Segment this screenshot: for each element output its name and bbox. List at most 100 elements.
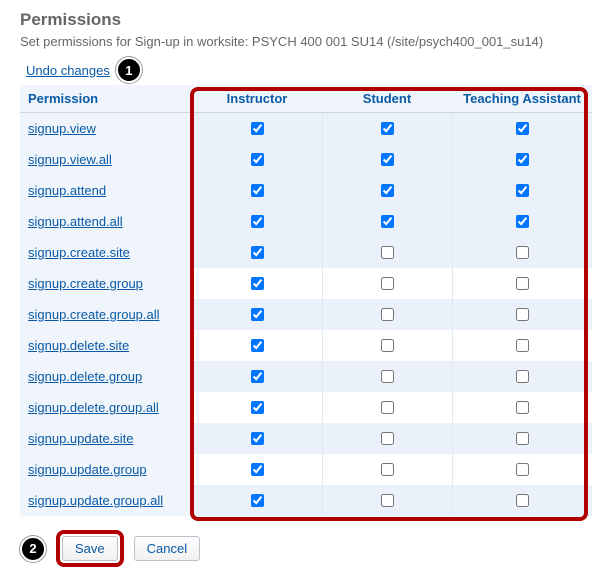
permission-name: signup.delete.site (20, 330, 192, 361)
permission-link[interactable]: signup.create.group.all (28, 307, 160, 322)
permission-cell (452, 206, 592, 237)
permission-name: signup.view.all (20, 144, 192, 175)
permission-checkbox[interactable] (516, 246, 529, 259)
permission-checkbox[interactable] (251, 401, 264, 414)
undo-changes-link[interactable]: Undo changes (26, 63, 110, 78)
permission-link[interactable]: signup.create.group (28, 276, 143, 291)
permission-cell (192, 113, 322, 145)
table-row: signup.attend (20, 175, 592, 206)
permission-cell (192, 144, 322, 175)
cancel-button[interactable]: Cancel (134, 536, 200, 561)
permission-checkbox[interactable] (516, 277, 529, 290)
permission-cell (192, 330, 322, 361)
permission-cell (192, 206, 322, 237)
permission-link[interactable]: signup.update.group.all (28, 493, 163, 508)
permission-checkbox[interactable] (251, 494, 264, 507)
permission-name: signup.attend (20, 175, 192, 206)
permission-link[interactable]: signup.update.site (28, 431, 134, 446)
permission-checkbox[interactable] (381, 153, 394, 166)
permission-checkbox[interactable] (251, 432, 264, 445)
permission-cell (192, 485, 322, 516)
permission-name: signup.create.group (20, 268, 192, 299)
permission-checkbox[interactable] (516, 370, 529, 383)
permission-checkbox[interactable] (381, 370, 394, 383)
permission-name: signup.update.site (20, 423, 192, 454)
permission-cell (322, 423, 452, 454)
table-row: signup.update.group.all (20, 485, 592, 516)
permission-checkbox[interactable] (516, 339, 529, 352)
permission-link[interactable]: signup.view (28, 121, 96, 136)
table-row: signup.delete.group.all (20, 392, 592, 423)
col-header-role: Student (322, 85, 452, 113)
permission-link[interactable]: signup.delete.site (28, 338, 129, 353)
permission-cell (452, 392, 592, 423)
permission-checkbox[interactable] (516, 401, 529, 414)
permission-checkbox[interactable] (251, 246, 264, 259)
permission-cell (322, 330, 452, 361)
table-row: signup.update.group (20, 454, 592, 485)
permission-cell (322, 144, 452, 175)
permission-link[interactable]: signup.attend (28, 183, 106, 198)
permission-checkbox[interactable] (381, 339, 394, 352)
permission-link[interactable]: signup.delete.group (28, 369, 142, 384)
permission-checkbox[interactable] (516, 494, 529, 507)
permission-checkbox[interactable] (516, 184, 529, 197)
permission-cell (192, 237, 322, 268)
permission-checkbox[interactable] (516, 215, 529, 228)
permission-checkbox[interactable] (251, 153, 264, 166)
permission-checkbox[interactable] (251, 308, 264, 321)
permission-cell (192, 268, 322, 299)
permission-checkbox[interactable] (251, 184, 264, 197)
permission-checkbox[interactable] (381, 401, 394, 414)
col-header-role: Instructor (192, 85, 322, 113)
permission-checkbox[interactable] (381, 122, 394, 135)
permissions-table: Permission Instructor Student Teaching A… (20, 85, 592, 516)
page-subtitle: Set permissions for Sign-up in worksite:… (20, 34, 589, 49)
table-row: signup.delete.group (20, 361, 592, 392)
permission-checkbox[interactable] (516, 463, 529, 476)
permission-checkbox[interactable] (516, 153, 529, 166)
permission-cell (322, 361, 452, 392)
permission-checkbox[interactable] (251, 215, 264, 228)
permission-link[interactable]: signup.attend.all (28, 214, 123, 229)
permission-cell (452, 330, 592, 361)
permission-checkbox[interactable] (381, 432, 394, 445)
permission-checkbox[interactable] (251, 122, 264, 135)
save-button[interactable]: Save (62, 536, 118, 561)
permission-link[interactable]: signup.create.site (28, 245, 130, 260)
permission-checkbox[interactable] (381, 246, 394, 259)
permission-checkbox[interactable] (516, 122, 529, 135)
col-header-role: Teaching Assistant (452, 85, 592, 113)
permission-link[interactable]: signup.view.all (28, 152, 112, 167)
permission-checkbox[interactable] (251, 277, 264, 290)
permission-cell (452, 175, 592, 206)
permission-checkbox[interactable] (381, 494, 394, 507)
permission-checkbox[interactable] (381, 215, 394, 228)
permission-name: signup.delete.group (20, 361, 192, 392)
permission-checkbox[interactable] (381, 308, 394, 321)
permission-cell (452, 454, 592, 485)
permission-checkbox[interactable] (251, 463, 264, 476)
table-row: signup.update.site (20, 423, 592, 454)
permission-checkbox[interactable] (381, 463, 394, 476)
permission-name: signup.update.group.all (20, 485, 192, 516)
permission-checkbox[interactable] (381, 184, 394, 197)
permission-cell (322, 175, 452, 206)
permission-cell (452, 485, 592, 516)
permission-cell (452, 299, 592, 330)
permission-checkbox[interactable] (381, 277, 394, 290)
highlight-box-save: Save (56, 530, 124, 567)
permission-cell (192, 423, 322, 454)
permission-checkbox[interactable] (251, 370, 264, 383)
permission-checkbox[interactable] (251, 339, 264, 352)
table-row: signup.view.all (20, 144, 592, 175)
permission-checkbox[interactable] (516, 432, 529, 445)
permission-link[interactable]: signup.delete.group.all (28, 400, 159, 415)
permission-checkbox[interactable] (516, 308, 529, 321)
callout-2: 2 (20, 536, 46, 562)
permission-cell (322, 299, 452, 330)
permission-name: signup.attend.all (20, 206, 192, 237)
permission-link[interactable]: signup.update.group (28, 462, 147, 477)
callout-1: 1 (116, 57, 142, 83)
permission-cell (452, 144, 592, 175)
